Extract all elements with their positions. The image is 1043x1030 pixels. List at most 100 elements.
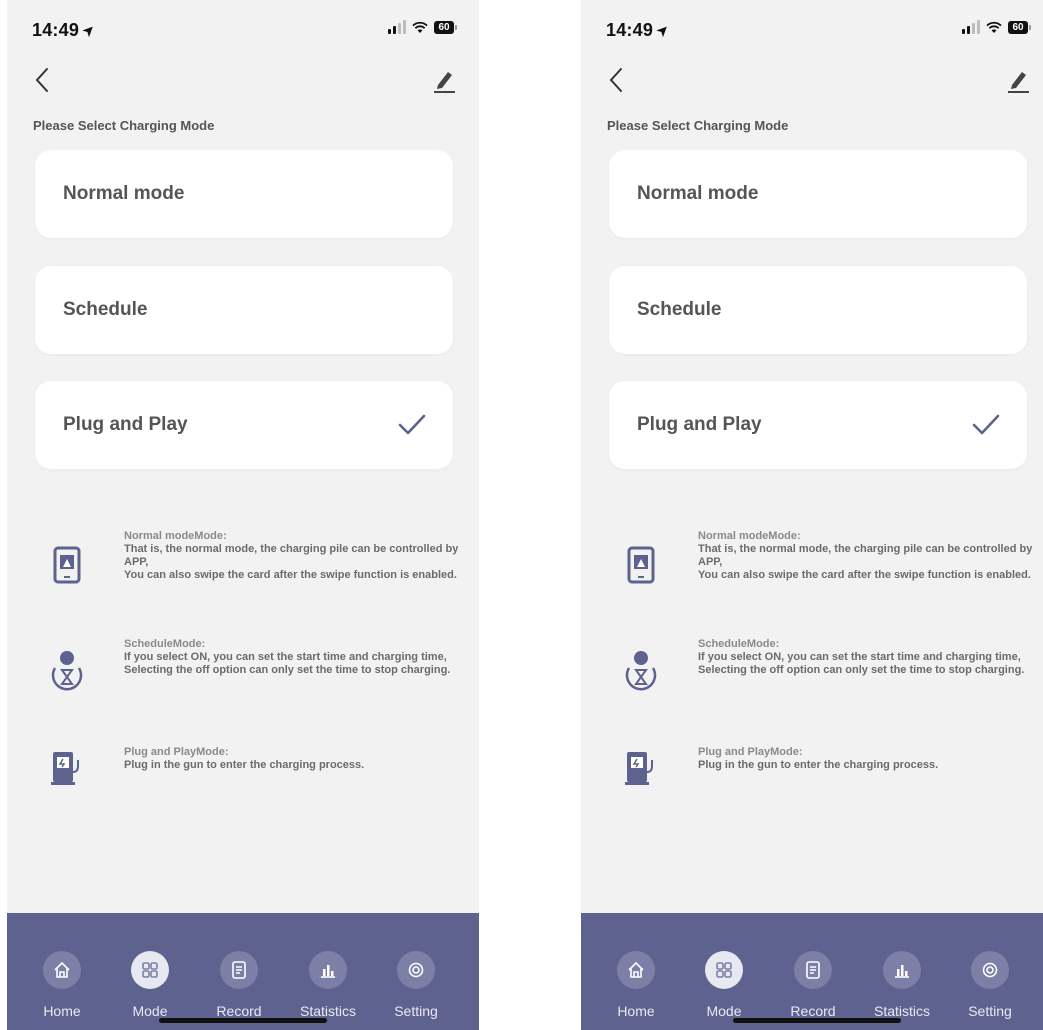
tab-setting[interactable]: Setting xyxy=(950,913,1030,1030)
tab-mode[interactable]: Mode xyxy=(684,913,764,1030)
grid-icon xyxy=(131,951,169,989)
back-icon[interactable] xyxy=(605,66,629,94)
description-line: If you select ON, you can set the start … xyxy=(698,651,1021,663)
mode-card-normal[interactable]: Normal mode xyxy=(35,150,453,238)
battery-icon: 60 xyxy=(1008,20,1031,34)
tab-setting[interactable]: Setting xyxy=(376,913,456,1030)
tab-label: Mode xyxy=(706,1003,742,1019)
mode-label: Normal mode xyxy=(637,183,759,204)
bar-chart-icon xyxy=(309,951,347,989)
bottom-tab-bar: Home Mode Record Statistics Setting xyxy=(7,913,479,1030)
description-text: Normal modeMode: That is, the normal mode… xyxy=(698,530,1038,582)
home-indicator xyxy=(159,1018,327,1023)
phone-card-icon xyxy=(627,546,655,584)
back-icon[interactable] xyxy=(31,66,55,94)
mode-card-plug-and-play[interactable]: Plug and Play xyxy=(609,381,1027,469)
mode-label: Plug and Play xyxy=(637,414,762,435)
description-text: ScheduleMode: If you select ON, you can s… xyxy=(698,638,1038,677)
tab-home[interactable]: Home xyxy=(22,913,102,1030)
status-time: 14:49➤ xyxy=(606,20,674,41)
description-line: You can also swipe the card after the sw… xyxy=(124,569,457,581)
page-subtitle: Please Select Charging Mode xyxy=(33,118,215,133)
mode-label: Normal mode xyxy=(63,183,185,204)
tab-label: Record xyxy=(790,1003,836,1019)
tab-label: Statistics xyxy=(299,1003,356,1019)
hourglass-icon xyxy=(625,651,657,691)
description-title: ScheduleMode: xyxy=(698,638,780,650)
tab-label: Setting xyxy=(968,1003,1012,1019)
wifi-icon xyxy=(986,21,1002,33)
tab-label: Home xyxy=(617,1003,655,1019)
description-line: Selecting the off option can only set th… xyxy=(698,664,1025,676)
battery-icon: 60 xyxy=(434,20,457,34)
tab-label: Home xyxy=(43,1003,81,1019)
description-title: ScheduleMode: xyxy=(124,638,206,650)
tab-label: Mode xyxy=(132,1003,168,1019)
mode-label: Schedule xyxy=(63,299,148,320)
tab-mode[interactable]: Mode xyxy=(110,913,190,1030)
description-text: ScheduleMode: If you select ON, you can s… xyxy=(124,638,464,677)
description-line: Plug in the gun to enter the charging pr… xyxy=(698,759,939,771)
cellular-signal-icon xyxy=(388,20,406,34)
status-indicators: 60 xyxy=(962,20,1031,34)
description-line: That is, the normal mode, the charging p… xyxy=(698,543,1033,568)
status-time: 14:49➤ xyxy=(32,20,100,41)
status-indicators: 60 xyxy=(388,20,457,34)
gear-icon xyxy=(397,951,435,989)
home-indicator xyxy=(733,1018,901,1023)
description-title: Plug and PlayMode: xyxy=(124,746,229,758)
home-icon xyxy=(617,951,655,989)
battery-level: 60 xyxy=(434,20,454,34)
mode-card-schedule[interactable]: Schedule xyxy=(35,266,453,354)
tab-label: Statistics xyxy=(873,1003,930,1019)
description-line: Selecting the off option can only set th… xyxy=(124,664,451,676)
wifi-icon xyxy=(412,21,428,33)
gear-icon xyxy=(971,951,1009,989)
page-subtitle: Please Select Charging Mode xyxy=(607,118,789,133)
check-icon xyxy=(398,414,426,435)
description-text: Plug and PlayMode: Plug in the gun to ent… xyxy=(698,746,1038,772)
tab-label: Setting xyxy=(394,1003,438,1019)
grid-icon xyxy=(705,951,743,989)
tab-label: Record xyxy=(216,1003,262,1019)
description-text: Plug and PlayMode: Plug in the gun to ent… xyxy=(124,746,464,772)
cellular-signal-icon xyxy=(962,20,980,34)
description-title: Normal modeMode: xyxy=(124,530,227,542)
tab-record[interactable]: Record xyxy=(199,913,279,1030)
tab-home[interactable]: Home xyxy=(596,913,676,1030)
location-arrow-icon: ➤ xyxy=(652,20,674,42)
charging-station-icon xyxy=(51,752,79,785)
home-icon xyxy=(43,951,81,989)
edit-pencil-icon[interactable] xyxy=(1005,68,1031,94)
phone-screen: 14:49➤ 60 Please Select Charging Mode No… xyxy=(581,0,1043,1030)
description-text: Normal modeMode: That is, the normal mode… xyxy=(124,530,464,582)
phone-card-icon xyxy=(53,546,81,584)
tab-statistics[interactable]: Statistics xyxy=(862,913,942,1030)
phone-screen: 14:49➤ 60 Please Select Charging Mode No… xyxy=(7,0,479,1030)
mode-card-normal[interactable]: Normal mode xyxy=(609,150,1027,238)
mode-label: Schedule xyxy=(637,299,722,320)
location-arrow-icon: ➤ xyxy=(78,20,100,42)
tab-record[interactable]: Record xyxy=(773,913,853,1030)
description-line: Plug in the gun to enter the charging pr… xyxy=(124,759,365,771)
check-icon xyxy=(972,414,1000,435)
description-title: Normal modeMode: xyxy=(698,530,801,542)
document-icon xyxy=(220,951,258,989)
edit-pencil-icon[interactable] xyxy=(431,68,457,94)
description-line: That is, the normal mode, the charging p… xyxy=(124,543,459,568)
status-time-text: 14:49 xyxy=(606,20,654,40)
description-line: You can also swipe the card after the sw… xyxy=(698,569,1031,581)
status-time-text: 14:49 xyxy=(32,20,80,40)
bar-chart-icon xyxy=(883,951,921,989)
battery-level: 60 xyxy=(1008,20,1028,34)
document-icon xyxy=(794,951,832,989)
tab-statistics[interactable]: Statistics xyxy=(288,913,368,1030)
mode-card-plug-and-play[interactable]: Plug and Play xyxy=(35,381,453,469)
bottom-tab-bar: Home Mode Record Statistics Setting xyxy=(581,913,1043,1030)
charging-station-icon xyxy=(625,752,653,785)
hourglass-icon xyxy=(51,651,83,691)
mode-card-schedule[interactable]: Schedule xyxy=(609,266,1027,354)
description-line: If you select ON, you can set the start … xyxy=(124,651,447,663)
mode-label: Plug and Play xyxy=(63,414,188,435)
description-title: Plug and PlayMode: xyxy=(698,746,803,758)
